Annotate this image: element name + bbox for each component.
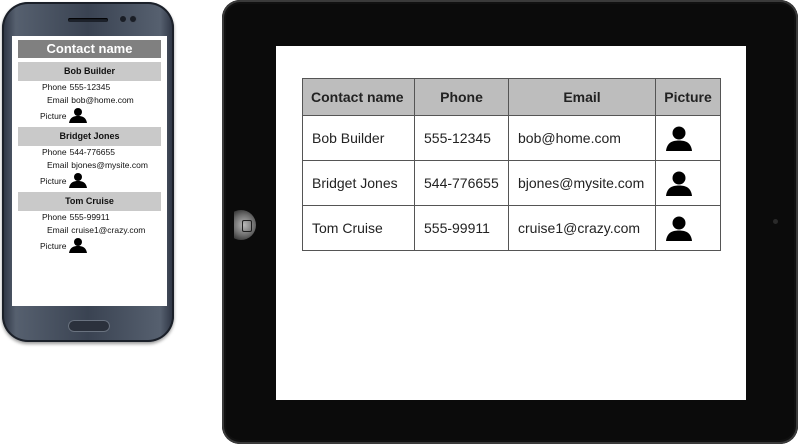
mobile-email-value: bob@home.com xyxy=(71,95,134,105)
phone-device: Contact name Bob Builder Phone 555-12345 … xyxy=(2,2,174,342)
mobile-contact-card: Bob Builder Phone 555-12345 Email bob@home… xyxy=(18,62,161,123)
mobile-phone-line: Phone 544-776655 xyxy=(18,146,161,159)
mobile-email-line: Email cruise1@crazy.com xyxy=(18,224,161,237)
mobile-contact-card: Tom Cruise Phone 555-99911 Email cruise1@c… xyxy=(18,192,161,253)
mobile-picture-line: Picture xyxy=(18,172,161,188)
person-silhouette-icon xyxy=(69,237,88,253)
home-button-square-icon xyxy=(242,220,252,232)
cell-phone: 544-776655 xyxy=(414,160,509,206)
email-label: Email xyxy=(47,225,69,235)
person-silhouette-icon xyxy=(665,170,720,196)
cell-contact-name: Tom Cruise xyxy=(302,205,415,251)
table-row: Bridget Jones 544-776655 bjones@mysite.c… xyxy=(302,160,721,206)
person-silhouette-icon xyxy=(69,107,88,123)
table-row: Bob Builder 555-12345 bob@home.com xyxy=(302,115,721,161)
tablet-camera xyxy=(773,219,778,224)
mobile-phone-line: Phone 555-12345 xyxy=(18,81,161,94)
person-silhouette-icon xyxy=(69,172,88,188)
picture-label: Picture xyxy=(40,176,67,186)
picture-label: Picture xyxy=(40,241,67,251)
cell-contact-name: Bridget Jones xyxy=(302,160,415,206)
cell-phone: 555-99911 xyxy=(414,205,509,251)
person-silhouette-icon xyxy=(665,215,720,241)
mobile-contact-name: Tom Cruise xyxy=(18,192,161,211)
phone-label: Phone xyxy=(42,82,67,92)
picture-label: Picture xyxy=(40,111,67,121)
cell-phone: 555-12345 xyxy=(414,115,509,161)
mobile-picture-line: Picture xyxy=(18,107,161,123)
phone-label: Phone xyxy=(42,212,67,222)
phone-earpiece xyxy=(68,18,108,22)
mobile-contact-name: Bridget Jones xyxy=(18,127,161,146)
mobile-phone-value: 544-776655 xyxy=(69,147,115,157)
cell-picture xyxy=(655,160,721,206)
table-row: Tom Cruise 555-99911 cruise1@crazy.com xyxy=(302,205,721,251)
mobile-phone-line: Phone 555-99911 xyxy=(18,211,161,224)
email-label: Email xyxy=(47,95,69,105)
mobile-phone-value: 555-12345 xyxy=(69,82,111,92)
mobile-contact-name: Bob Builder xyxy=(18,62,161,81)
contacts-table: Contact name Phone Email Picture Bob Bui… xyxy=(302,78,721,251)
phone-home-button[interactable] xyxy=(68,320,110,332)
mobile-email-line: Email bjones@mysite.com xyxy=(18,159,161,172)
phone-screen: Contact name Bob Builder Phone 555-12345 … xyxy=(12,36,167,306)
mobile-email-value: cruise1@crazy.com xyxy=(71,225,146,235)
cell-email: bob@home.com xyxy=(508,115,656,161)
column-header-picture: Picture xyxy=(655,78,721,116)
tablet-screen: Contact name Phone Email Picture Bob Bui… xyxy=(276,46,746,400)
phone-camera xyxy=(120,16,126,22)
tablet-home-button[interactable] xyxy=(234,210,260,240)
column-header-email: Email xyxy=(508,78,656,116)
column-header-phone: Phone xyxy=(414,78,509,116)
column-header-contact-name: Contact name xyxy=(302,78,415,116)
mobile-email-value: bjones@mysite.com xyxy=(71,160,148,170)
cell-picture xyxy=(655,205,721,251)
phone-sensor xyxy=(130,16,136,22)
phone-label: Phone xyxy=(42,147,67,157)
person-silhouette-icon xyxy=(665,125,720,151)
mobile-header: Contact name xyxy=(18,40,161,58)
email-label: Email xyxy=(47,160,69,170)
cell-email: bjones@mysite.com xyxy=(508,160,656,206)
cell-email: cruise1@crazy.com xyxy=(508,205,656,251)
mobile-email-line: Email bob@home.com xyxy=(18,94,161,107)
mobile-picture-line: Picture xyxy=(18,237,161,253)
mobile-contact-card: Bridget Jones Phone 544-776655 Email bjone… xyxy=(18,127,161,188)
cell-picture xyxy=(655,115,721,161)
table-header-row: Contact name Phone Email Picture xyxy=(302,78,721,116)
tablet-device: Contact name Phone Email Picture Bob Bui… xyxy=(222,0,798,444)
cell-contact-name: Bob Builder xyxy=(302,115,415,161)
mobile-phone-value: 555-99911 xyxy=(69,212,110,222)
